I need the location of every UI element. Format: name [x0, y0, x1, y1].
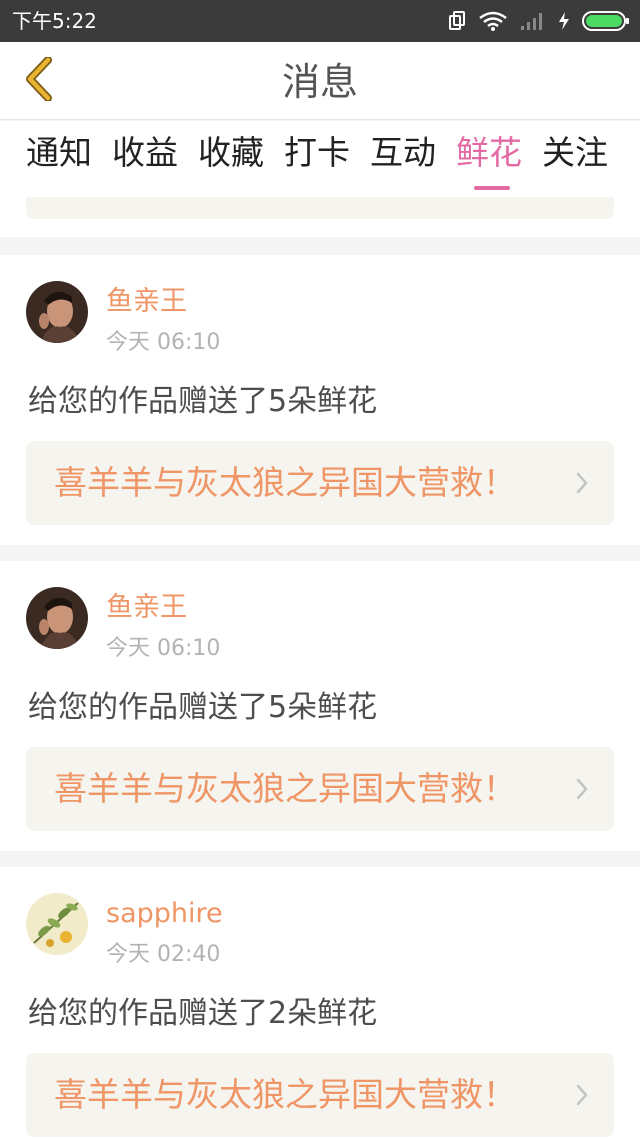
header: 消息	[0, 42, 640, 120]
work-title: 喜羊羊与灰太狼之异国大营救！	[54, 1075, 516, 1114]
charging-icon	[558, 11, 570, 31]
username[interactable]: 鱼亲王	[106, 285, 187, 319]
signal-icon	[520, 11, 546, 31]
tab-favorites[interactable]: 收藏	[198, 133, 264, 173]
username[interactable]: sapphire	[106, 897, 223, 931]
wifi-icon	[478, 10, 508, 32]
flower-message-card: 鱼亲王 今天 06:10 给您的作品赠送了5朵鲜花 喜羊羊与灰太狼之异国大营救！	[0, 255, 640, 545]
timestamp: 今天 02:40	[106, 942, 221, 967]
chevron-right-icon	[576, 1084, 588, 1110]
status-time: 下午5:22	[12, 9, 97, 33]
avatar[interactable]	[26, 281, 88, 343]
tab-checkin[interactable]: 打卡	[284, 133, 350, 173]
message-text: 给您的作品赠送了2朵鲜花	[28, 996, 378, 1031]
avatar[interactable]	[26, 893, 88, 955]
status-icons	[448, 8, 630, 34]
partial-work-link[interactable]	[26, 197, 614, 219]
battery-icon	[582, 10, 630, 32]
tab-follows[interactable]: 关注	[542, 133, 608, 173]
tab-notifications[interactable]: 通知	[26, 133, 92, 173]
work-title: 喜羊羊与灰太狼之异国大营救！	[54, 769, 516, 808]
chevron-right-icon	[576, 472, 588, 498]
tab-flowers[interactable]: 鲜花	[456, 133, 522, 173]
tab-interactions[interactable]: 互动	[370, 133, 436, 173]
active-tab-indicator	[474, 186, 510, 190]
avatar[interactable]	[26, 587, 88, 649]
work-title: 喜羊羊与灰太狼之异国大营救！	[54, 463, 516, 502]
message-text: 给您的作品赠送了5朵鲜花	[28, 384, 378, 419]
tab-bar: 通知 收益 收藏 打卡 互动 鲜花 关注	[0, 121, 640, 197]
page-title: 消息	[281, 60, 358, 104]
message-text: 给您的作品赠送了5朵鲜花	[28, 690, 378, 725]
timestamp: 今天 06:10	[106, 330, 221, 355]
work-link[interactable]: 喜羊羊与灰太狼之异国大营救！	[26, 1053, 614, 1137]
tab-earnings[interactable]: 收益	[112, 133, 178, 173]
work-link[interactable]: 喜羊羊与灰太狼之异国大营救！	[26, 747, 614, 831]
timestamp: 今天 06:10	[106, 636, 221, 661]
flower-message-card: sapphire 今天 02:40 给您的作品赠送了2朵鲜花 喜羊羊与灰太狼之异…	[0, 867, 640, 1138]
chevron-right-icon	[576, 778, 588, 804]
partial-card	[0, 197, 640, 237]
work-link[interactable]: 喜羊羊与灰太狼之异国大营救！	[26, 441, 614, 525]
status-bar: 下午5:22	[0, 0, 640, 42]
screen-rotate-icon	[448, 11, 466, 31]
username[interactable]: 鱼亲王	[106, 591, 187, 625]
flower-message-card: 鱼亲王 今天 06:10 给您的作品赠送了5朵鲜花 喜羊羊与灰太狼之异国大营救！	[0, 561, 640, 851]
